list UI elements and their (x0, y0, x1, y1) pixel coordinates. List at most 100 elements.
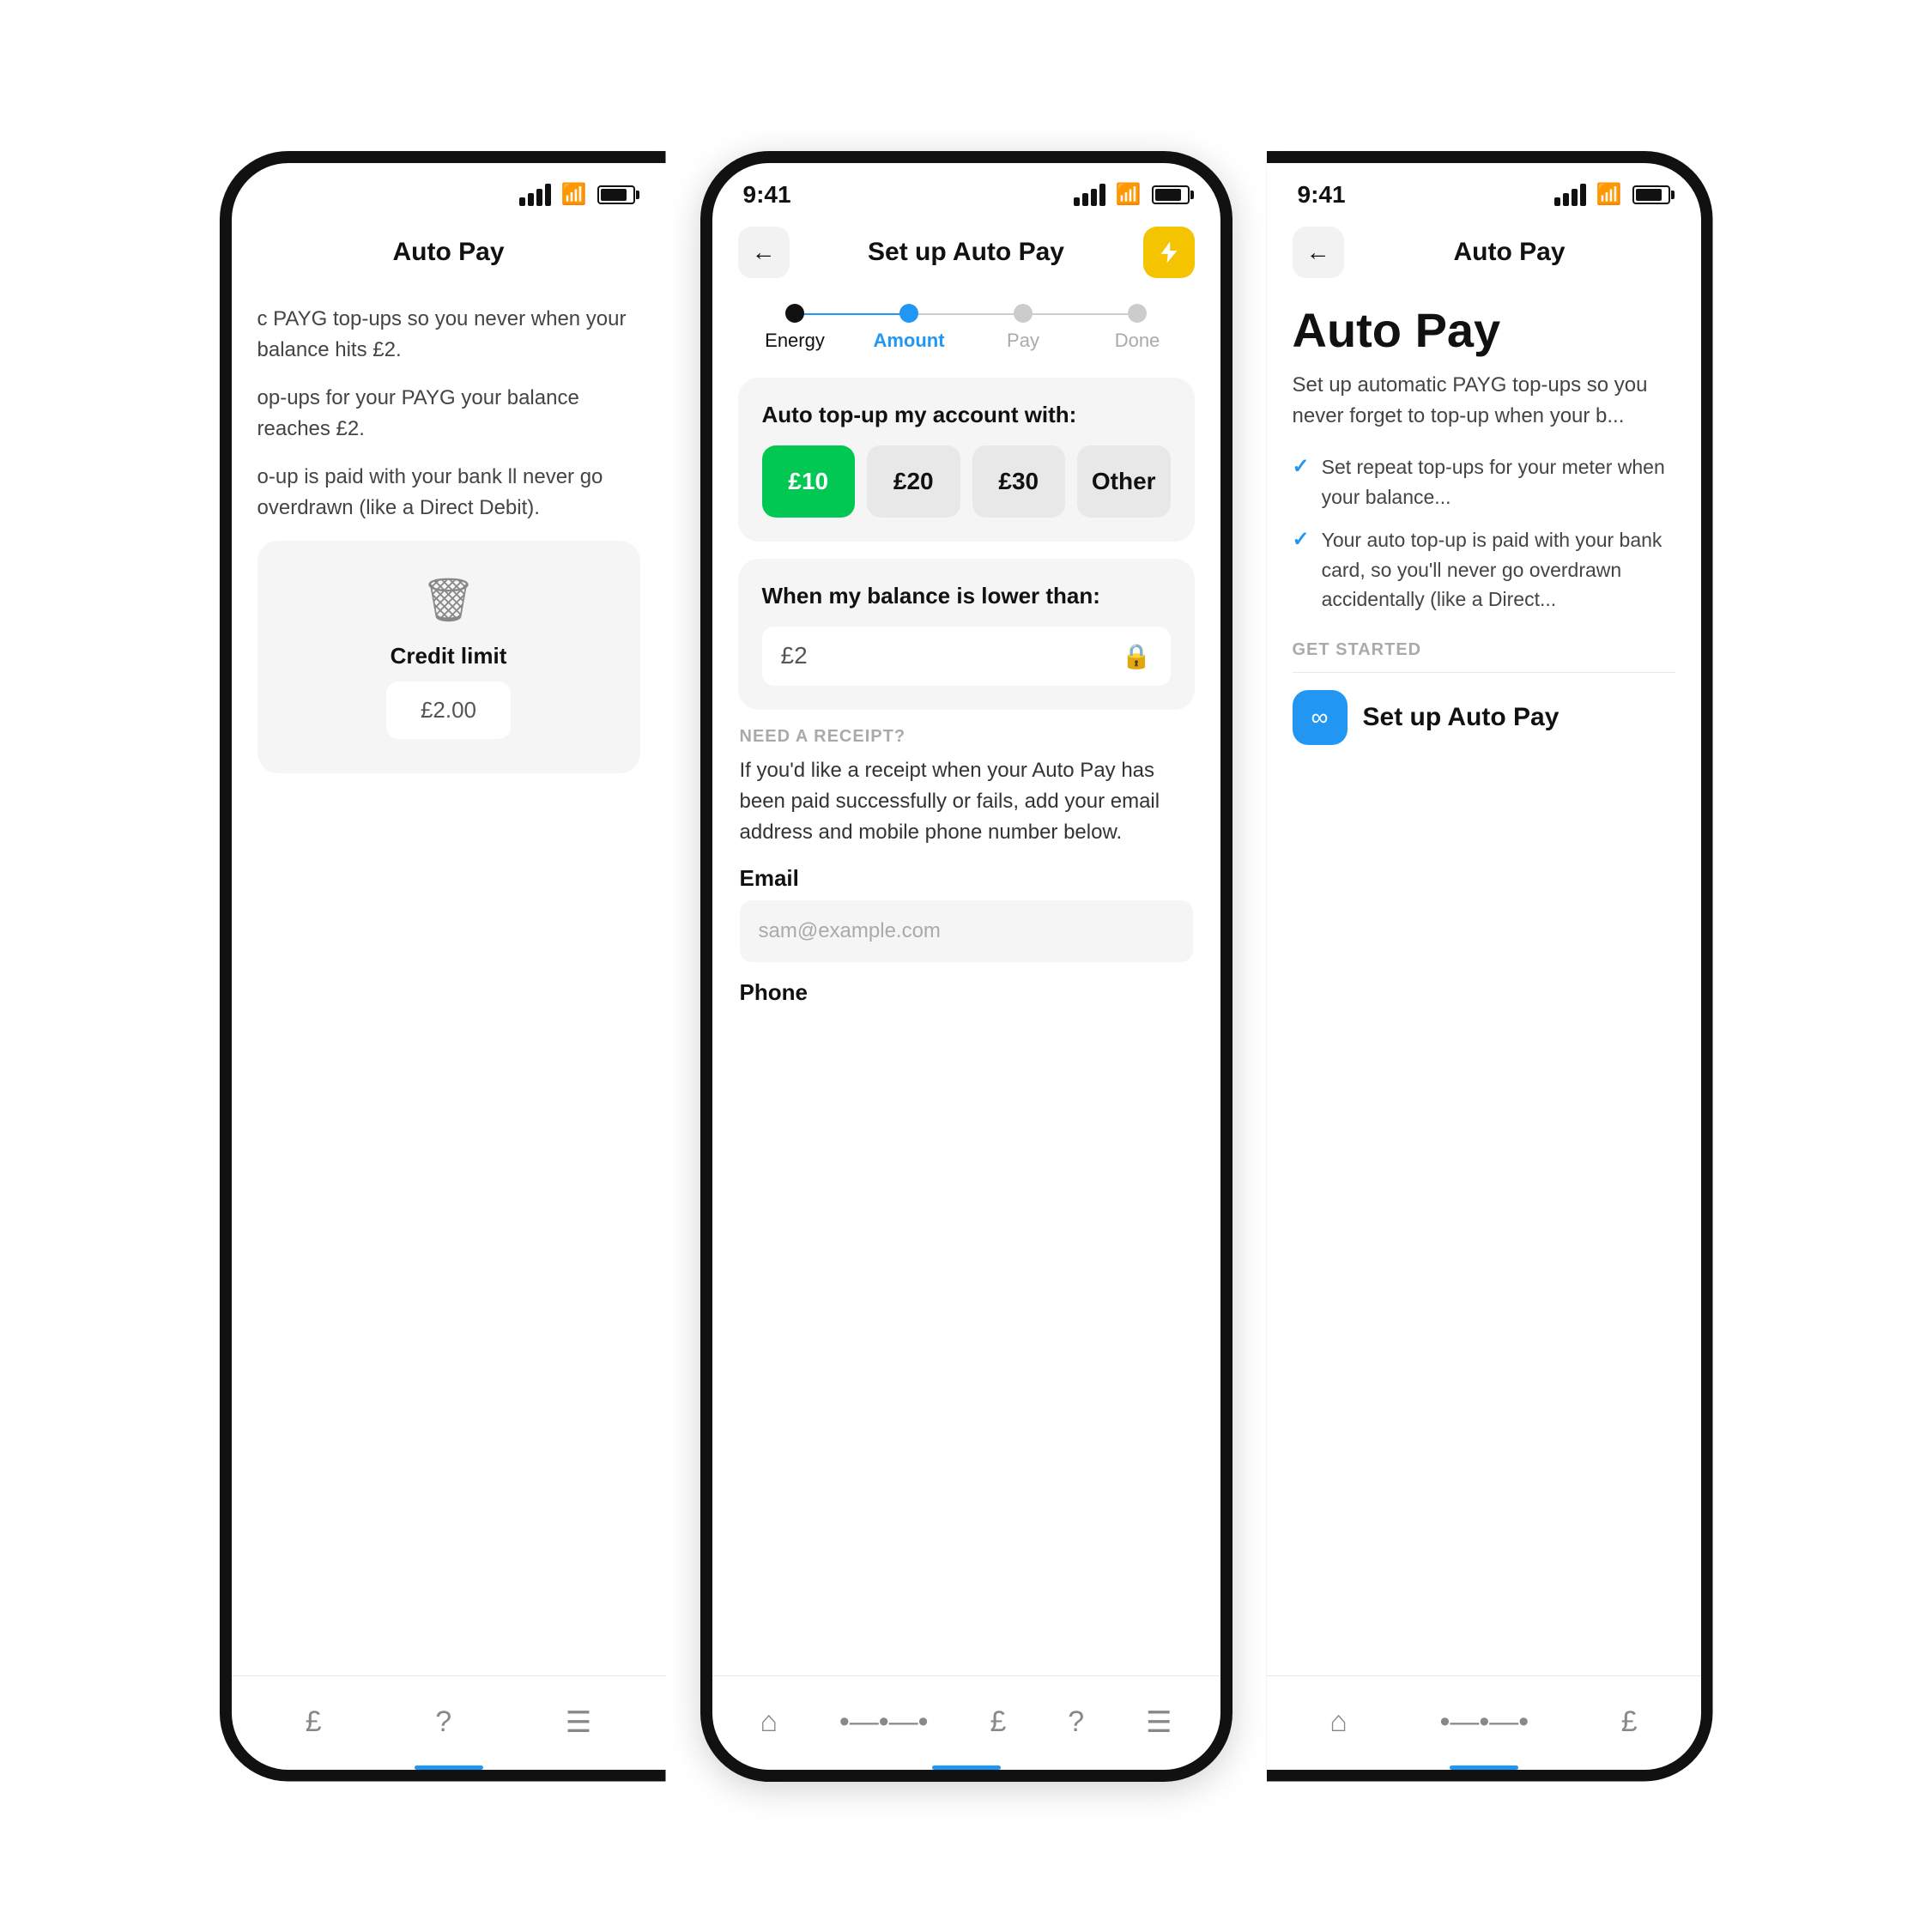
step-label-energy: Energy (765, 330, 825, 352)
account-icon-right: £ (1621, 1705, 1638, 1739)
nav-home-center[interactable]: ⌂ (742, 1697, 795, 1747)
nav-indicator-right (1450, 1765, 1518, 1770)
status-icons-center: 📶 (1074, 182, 1190, 207)
check-text-1: Set repeat top-ups for your meter when y… (1322, 452, 1675, 512)
status-time-right: 9:41 (1298, 181, 1346, 209)
nav-help-center[interactable]: ? (1051, 1697, 1101, 1747)
page-title-center: Set up Auto Pay (790, 238, 1143, 267)
amount-card: Auto top-up my account with: £10 £20 £30… (738, 378, 1195, 542)
scene: 📶 Auto Pay c PAYG top-ups so you never w… (65, 151, 1868, 1782)
back-button-center[interactable]: ← (738, 227, 790, 278)
balance-input-row[interactable]: £2 🔒 (762, 627, 1171, 686)
setup-btn-icon: ∞ (1293, 690, 1348, 745)
menu-icon-center: ☰ (1146, 1705, 1172, 1740)
menu-icon: ☰ (566, 1705, 591, 1740)
signal-bars-center (1074, 184, 1105, 206)
check-mark-1: ✓ (1293, 454, 1310, 479)
page-title-right: Auto Pay (1344, 238, 1675, 267)
step-dot-amount (899, 304, 918, 323)
right-content: Auto Pay Set up automatic PAYG top-ups s… (1267, 287, 1701, 1675)
step-label-amount: Amount (873, 330, 944, 352)
step-energy: Energy (738, 304, 852, 352)
connect-icon-right: •—•—• (1439, 1705, 1529, 1739)
nav-home-right[interactable]: ⌂ (1312, 1697, 1365, 1747)
header-right: ← Auto Pay (1267, 218, 1701, 287)
step-label-done: Done (1115, 330, 1160, 352)
home-icon-right: ⌂ (1329, 1705, 1348, 1739)
page-title-left: Auto Pay (257, 238, 640, 267)
status-time-center: 9:41 (743, 181, 791, 209)
amount-other[interactable]: Other (1077, 445, 1171, 518)
help-icon: ? (435, 1705, 451, 1739)
lightning-button[interactable] (1143, 227, 1195, 278)
help-icon-center: ? (1068, 1705, 1084, 1739)
phone-left: 📶 Auto Pay c PAYG top-ups so you never w… (220, 151, 666, 1782)
nav-indicator-center (932, 1765, 1001, 1770)
delete-section: 🗑 Credit limit £2.00 (257, 541, 640, 773)
status-icons-right: 📶 (1554, 182, 1670, 207)
step-pay: Pay (966, 304, 1081, 352)
receipt-description: If you'd like a receipt when your Auto P… (740, 755, 1193, 848)
home-icon-center: ⌂ (760, 1705, 778, 1739)
header-left: Auto Pay (232, 218, 666, 287)
battery-icon-right (1632, 185, 1670, 204)
stepper: Energy Amount Pay Done (712, 287, 1220, 360)
status-bar-center: 9:41 📶 (712, 163, 1220, 218)
nav-connect-center[interactable]: •—•—• (822, 1697, 946, 1747)
status-bar-right: 9:41 📶 (1267, 163, 1701, 218)
bottom-nav-left: £ ? ☰ (232, 1675, 666, 1770)
bottom-nav-center: ⌂ •—•—• £ ? ☰ (712, 1675, 1220, 1770)
balance-card: When my balance is lower than: £2 🔒 (738, 559, 1195, 710)
email-label: Email (740, 865, 1193, 892)
left-content: c PAYG top-ups so you never when your ba… (232, 287, 666, 1675)
nav-account-center[interactable]: £ (972, 1697, 1023, 1747)
get-started-label: GET STARTED (1293, 640, 1675, 660)
setup-auto-pay-button[interactable]: ∞ Set up Auto Pay (1293, 690, 1675, 745)
phone-label: Phone (740, 979, 1193, 1006)
wifi-icon-right: 📶 (1596, 182, 1622, 207)
nav-item-currency[interactable]: £ (288, 1697, 339, 1747)
amount-10[interactable]: £10 (762, 445, 856, 518)
infinity-icon: ∞ (1311, 704, 1329, 731)
nav-item-help[interactable]: ? (418, 1697, 469, 1747)
trash-icon[interactable]: 🗑 (421, 575, 475, 626)
setup-btn-text: Set up Auto Pay (1363, 703, 1560, 732)
center-content: Auto top-up my account with: £10 £20 £30… (712, 360, 1220, 1675)
step-label-pay: Pay (1007, 330, 1039, 352)
receipt-section: NEED A RECEIPT? If you'd like a receipt … (738, 727, 1195, 1006)
back-button-right[interactable]: ← (1293, 227, 1344, 278)
email-input[interactable]: sam@example.com (740, 900, 1193, 962)
nav-connect-right[interactable]: •—•—• (1422, 1697, 1546, 1747)
wifi-icon-center: 📶 (1116, 182, 1142, 207)
nav-account-right[interactable]: £ (1604, 1697, 1655, 1747)
credit-limit-label: Credit limit (391, 643, 507, 669)
nav-indicator-left (415, 1765, 483, 1770)
divider-right (1293, 672, 1675, 673)
nav-item-menu[interactable]: ☰ (548, 1697, 609, 1748)
lightning-icon (1156, 239, 1182, 265)
wifi-icon-left: 📶 (561, 182, 587, 207)
left-desc-1: c PAYG top-ups so you never when your ba… (257, 304, 640, 366)
amount-30[interactable]: £30 (972, 445, 1066, 518)
balance-value: £2 (781, 642, 808, 669)
battery-icon-left (597, 185, 635, 204)
signal-bars-left (519, 184, 551, 206)
nav-menu-center[interactable]: ☰ (1129, 1697, 1189, 1748)
signal-bars-right (1554, 184, 1586, 206)
left-desc-2: op-ups for your PAYG your balance reache… (257, 383, 640, 445)
check-text-2: Your auto top-up is paid with your bank … (1322, 525, 1675, 615)
currency-icon: £ (306, 1705, 322, 1739)
amount-20[interactable]: £20 (867, 445, 960, 518)
balance-title: When my balance is lower than: (762, 583, 1171, 609)
back-arrow-center: ← (752, 239, 776, 266)
check-item-1: ✓ Set repeat top-ups for your meter when… (1293, 452, 1675, 512)
amount-card-title: Auto top-up my account with: (762, 402, 1171, 428)
check-mark-2: ✓ (1293, 527, 1310, 552)
connect-icon-center: •—•—• (839, 1705, 929, 1739)
left-desc-3: o-up is paid with your bank ll never go … (257, 462, 640, 524)
battery-icon-center (1152, 185, 1190, 204)
auto-pay-description: Set up automatic PAYG top-ups so you nev… (1293, 370, 1675, 432)
phone-right: 9:41 📶 ← Auto Pay Auto Pay Set up automa… (1267, 151, 1713, 1782)
auto-pay-main-title: Auto Pay (1293, 304, 1675, 357)
check-item-2: ✓ Your auto top-up is paid with your ban… (1293, 525, 1675, 615)
